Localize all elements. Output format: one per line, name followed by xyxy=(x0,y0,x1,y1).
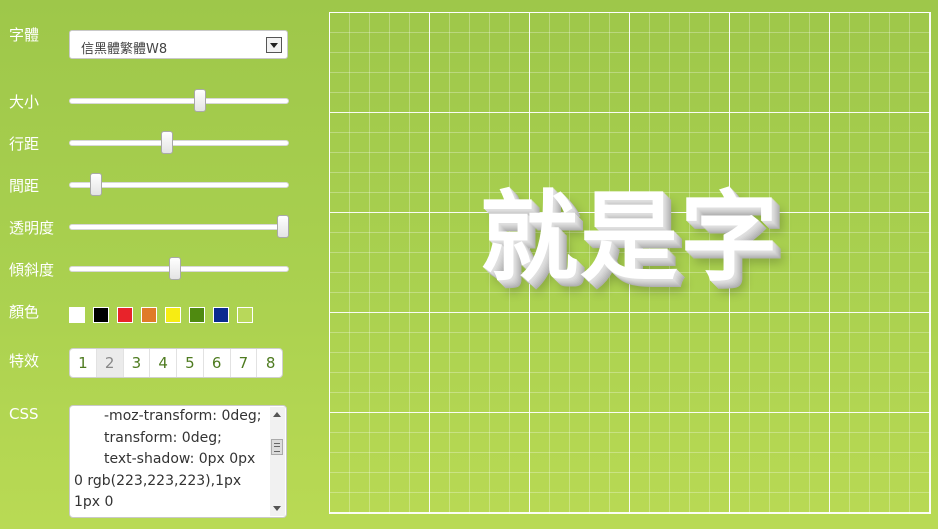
color-swatch[interactable] xyxy=(69,307,85,323)
css-output-textarea[interactable]: -moz-transform: 0deg; transform: 0deg; tex… xyxy=(69,405,287,518)
css-output-text[interactable]: -moz-transform: 0deg; transform: 0deg; tex… xyxy=(74,406,270,514)
line-height-slider[interactable] xyxy=(69,131,289,155)
line-height-label: 行距 xyxy=(9,135,40,153)
slider-thumb[interactable] xyxy=(160,131,173,154)
letter-spacing-label: 間距 xyxy=(9,177,40,195)
color-label: 顏色 xyxy=(9,303,40,321)
opacity-slider[interactable] xyxy=(69,215,289,239)
scroll-thumb[interactable] xyxy=(271,439,283,455)
effects-button-group: 12345678 xyxy=(69,348,283,378)
slider-track[interactable] xyxy=(69,182,289,188)
preview-canvas: 就是字 xyxy=(329,12,931,514)
letter-spacing-slider[interactable] xyxy=(69,173,289,197)
scroll-down-icon[interactable] xyxy=(273,506,281,511)
effect-button-6[interactable]: 6 xyxy=(204,349,231,377)
css-line: text-shadow: 0px 0px xyxy=(104,451,256,467)
slider-track[interactable] xyxy=(69,224,289,230)
skew-slider[interactable] xyxy=(69,257,289,281)
font-select[interactable]: 信黑體繁體W8 xyxy=(69,30,288,59)
css-scrollbar[interactable] xyxy=(270,407,285,516)
slider-thumb[interactable] xyxy=(277,215,289,238)
scroll-up-icon[interactable] xyxy=(273,412,281,417)
color-swatch[interactable] xyxy=(117,307,133,323)
color-swatch[interactable] xyxy=(141,307,157,323)
effect-button-2[interactable]: 2 xyxy=(96,349,124,377)
slider-thumb[interactable] xyxy=(193,89,206,112)
effect-button-7[interactable]: 7 xyxy=(231,349,258,377)
effects-label: 特效 xyxy=(9,352,40,370)
size-slider[interactable] xyxy=(69,89,289,113)
skew-label: 傾斜度 xyxy=(9,261,55,279)
chevron-down-icon[interactable] xyxy=(266,37,282,53)
preview-text: 就是字 xyxy=(479,181,780,295)
css-line: -moz-transform: 0deg; xyxy=(104,408,262,424)
slider-track[interactable] xyxy=(69,98,289,104)
color-swatch[interactable] xyxy=(189,307,205,323)
slider-thumb[interactable] xyxy=(168,257,181,280)
font-label: 字體 xyxy=(9,26,40,44)
color-swatch[interactable] xyxy=(93,307,109,323)
effect-button-3[interactable]: 3 xyxy=(124,349,151,377)
css-line: 0 rgb(223,223,223),1px xyxy=(74,472,242,489)
effect-button-4[interactable]: 4 xyxy=(150,349,177,377)
effect-button-5[interactable]: 5 xyxy=(177,349,204,377)
css-line: 1px 0 xyxy=(74,494,114,510)
slider-thumb[interactable] xyxy=(89,173,102,196)
css-label: CSS xyxy=(9,405,39,423)
slider-track[interactable] xyxy=(69,140,289,146)
opacity-label: 透明度 xyxy=(9,219,55,237)
effect-button-1[interactable]: 1 xyxy=(70,349,97,377)
color-swatch[interactable] xyxy=(165,307,181,323)
color-swatch[interactable] xyxy=(213,307,229,323)
color-swatch[interactable] xyxy=(237,307,253,323)
size-label: 大小 xyxy=(9,93,40,111)
effect-button-8[interactable]: 8 xyxy=(257,349,282,377)
font-select-value: 信黑體繁體W8 xyxy=(81,42,168,57)
css-line: transform: 0deg; xyxy=(104,429,222,446)
